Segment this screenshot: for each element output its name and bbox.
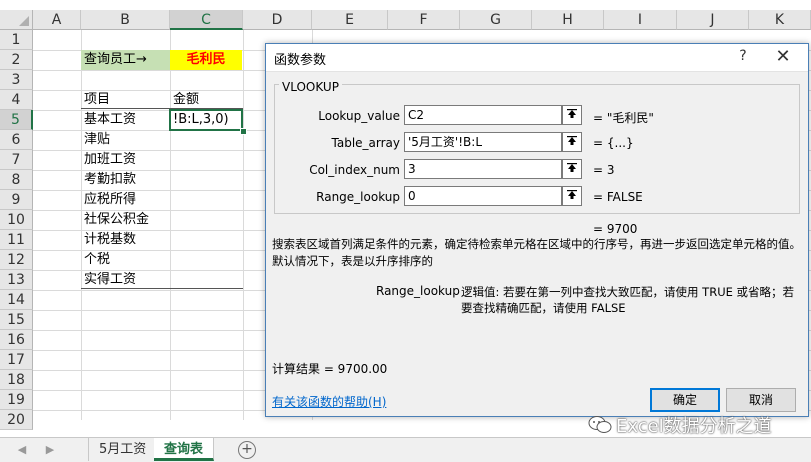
cell-c2-employee-name[interactable]: 毛利民 xyxy=(170,50,242,70)
row-header[interactable]: 12 xyxy=(0,250,33,270)
cell-item[interactable]: 应税所得 xyxy=(81,190,170,210)
ok-button[interactable]: 确定 xyxy=(650,388,720,412)
row-header[interactable]: 8 xyxy=(0,170,33,190)
row-header[interactable]: 2 xyxy=(0,50,33,70)
gridline xyxy=(243,30,244,420)
row-header[interactable]: 5 xyxy=(0,110,33,130)
column-header-g[interactable]: G xyxy=(460,10,532,30)
column-header-f[interactable]: F xyxy=(388,10,460,30)
arg-label-table-array: Table_array xyxy=(331,136,401,150)
range-lookup-input[interactable]: 0 xyxy=(404,186,562,206)
fill-handle[interactable] xyxy=(240,128,247,135)
close-icon[interactable]: ✕ xyxy=(772,46,794,67)
collapse-dialog-icon[interactable] xyxy=(562,132,582,152)
row-header[interactable]: 9 xyxy=(0,190,33,210)
row-header[interactable]: 6 xyxy=(0,130,33,150)
arg-result-col-index-num: = 3 xyxy=(593,163,615,177)
cell-item[interactable]: 考勤扣款 xyxy=(81,170,170,190)
help-icon[interactable]: ? xyxy=(734,48,752,64)
column-header-h[interactable]: H xyxy=(532,10,604,30)
arg-help-text: 逻辑值: 若要在第一列中查找大致匹配，请使用 TRUE 或省略；若要查找精确匹配… xyxy=(461,285,795,315)
row-header[interactable]: 14 xyxy=(0,290,33,310)
column-header-j[interactable]: J xyxy=(677,10,749,30)
arg-result-range-lookup: = FALSE xyxy=(593,190,643,204)
cell-edit-text: !B:L,3,0) xyxy=(173,112,229,127)
row-header[interactable]: 1 xyxy=(0,30,33,50)
tab-sheet-query[interactable]: 查询表 xyxy=(154,438,215,461)
cell-item[interactable]: 实得工资 xyxy=(81,270,170,290)
cell-item[interactable]: 加班工资 xyxy=(81,150,170,170)
dialog-titlebar[interactable]: 函数参数 ? ✕ xyxy=(266,44,808,72)
column-header-d[interactable]: D xyxy=(243,10,312,30)
watermark-text: Excel数据分析之道 xyxy=(616,416,772,437)
add-sheet-icon[interactable]: + xyxy=(238,441,256,459)
arg-help-label: Range_lookup xyxy=(376,284,460,298)
row-header[interactable]: 11 xyxy=(0,230,33,250)
calculation-result: 计算结果 = 9700.00 xyxy=(272,362,388,376)
tab-scroll-left-icon[interactable]: ◀ xyxy=(14,443,30,456)
collapse-dialog-icon[interactable] xyxy=(562,186,582,206)
col-index-num-input[interactable]: 3 xyxy=(404,159,562,179)
column-header-a[interactable]: A xyxy=(33,10,81,30)
cell-item[interactable]: 基本工资 xyxy=(81,110,170,130)
formula-result: = 9700 xyxy=(593,222,638,236)
row-header[interactable]: 13 xyxy=(0,270,33,290)
lookup-value-input[interactable]: C2 xyxy=(404,105,562,125)
function-name: VLOOKUP xyxy=(279,80,342,94)
arg-label-col-index-num: Col_index_num xyxy=(309,163,400,177)
row-header[interactable]: 20 xyxy=(0,410,33,430)
cell-b2-lookup-label[interactable]: 查询员工→ xyxy=(81,50,170,70)
select-all-corner[interactable] xyxy=(0,10,33,30)
column-header-k[interactable]: K xyxy=(749,10,811,30)
gridline xyxy=(170,30,171,420)
cell-item[interactable]: 津贴 xyxy=(81,130,170,150)
column-header-i[interactable]: I xyxy=(604,10,677,30)
row-header[interactable]: 18 xyxy=(0,370,33,390)
column-header-c[interactable]: C xyxy=(170,10,243,30)
table-border-bottom xyxy=(81,288,243,289)
table-array-input[interactable]: '5月工资'!B:L xyxy=(404,132,562,152)
collapse-dialog-icon[interactable] xyxy=(562,159,582,179)
row-header[interactable]: 16 xyxy=(0,330,33,350)
cell-item[interactable]: 计税基数 xyxy=(81,230,170,250)
watermark: Excel数据分析之道 xyxy=(588,412,772,440)
column-header-b[interactable]: B xyxy=(81,10,170,30)
row-header[interactable]: 15 xyxy=(0,310,33,330)
arg-label-lookup-value: Lookup_value xyxy=(318,109,400,123)
active-cell-c5[interactable]: !B:L,3,0) xyxy=(169,109,243,131)
collapse-dialog-icon[interactable] xyxy=(562,105,582,125)
row-header[interactable]: 19 xyxy=(0,390,33,410)
cell-item[interactable]: 社保公积金 xyxy=(81,210,170,230)
column-header-e[interactable]: E xyxy=(312,10,388,30)
function-help-link[interactable]: 有关该函数的帮助(H) xyxy=(272,393,386,410)
cell-b4-item-header[interactable]: 项目 xyxy=(81,90,170,110)
cell-c4-amount-header[interactable]: 金额 xyxy=(170,90,242,110)
sheet-tab-bar: ◀ ▶ 5月工资 查询表 + xyxy=(0,437,811,462)
row-header[interactable]: 3 xyxy=(0,70,33,90)
arg-result-table-array: = {...} xyxy=(593,136,634,150)
tab-scroll-right-icon[interactable]: ▶ xyxy=(42,443,58,456)
cancel-button[interactable]: 取消 xyxy=(726,388,796,412)
arg-result-lookup-value: = "毛利民" xyxy=(593,111,654,125)
dialog-title: 函数参数 xyxy=(274,53,327,68)
row-header[interactable]: 17 xyxy=(0,350,33,370)
function-arguments-dialog: 函数参数 ? ✕ VLOOKUP Lookup_value C2 = "毛利民"… xyxy=(265,43,809,417)
row-header[interactable]: 7 xyxy=(0,150,33,170)
tab-sheet-may-salary[interactable]: 5月工资 xyxy=(88,438,158,461)
wechat-icon xyxy=(588,415,612,440)
function-description: 搜索表区域首列满足条件的元素，确定待检索单元格在区域中的行序号，再进一步返回选定… xyxy=(272,237,801,268)
cell-item[interactable]: 个税 xyxy=(81,250,170,270)
row-header[interactable]: 10 xyxy=(0,210,33,230)
row-header[interactable]: 4 xyxy=(0,90,33,110)
arg-label-range-lookup: Range_lookup xyxy=(316,190,400,204)
